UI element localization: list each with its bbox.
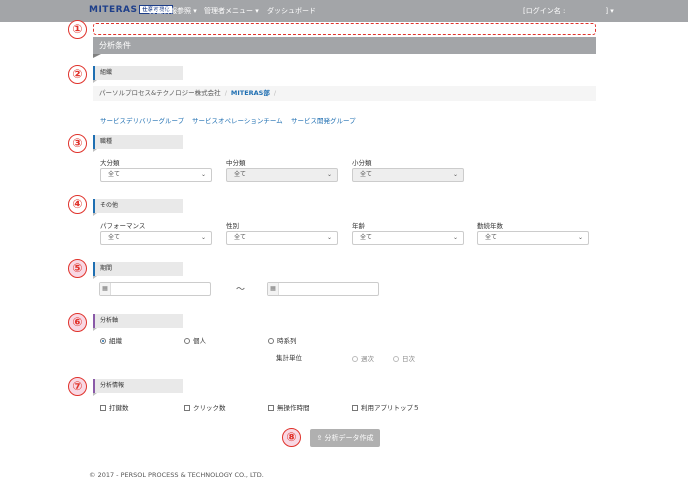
breadcrumb-separator: / (224, 89, 227, 97)
axis-radio-timeseries[interactable]: 時系列 (268, 335, 297, 345)
chevron-down-icon: ⌄ (200, 234, 206, 241)
checkbox-icon (268, 405, 274, 411)
job-middle-label: 中分類 (226, 159, 246, 167)
section-info-heading: 分析情報 (93, 379, 183, 396)
breadcrumb: パーソルプロセス&テクノロジー株式会社 / MITERAS部 / (93, 86, 596, 101)
org-child-link-development[interactable]: サービス開発グループ (291, 115, 356, 125)
checkbox-icon (352, 405, 358, 411)
radio-unchecked-icon (393, 356, 399, 362)
info-checkbox-top-apps[interactable]: 利用アプリトップ５ (352, 402, 420, 412)
section-period-heading: 期間 (93, 262, 183, 279)
radio-unchecked-icon (184, 338, 190, 344)
checkbox-icon (184, 405, 190, 411)
info-checkbox-keystrokes[interactable]: 打鍵数 (100, 402, 129, 412)
breadcrumb-company[interactable]: パーソルプロセス&テクノロジー株式会社 (99, 89, 221, 97)
tenure-select[interactable]: 全て ⌄ (477, 231, 589, 245)
calendar-icon[interactable]: ▦ (268, 283, 279, 295)
footer-copyright: © 2017 - PERSOL PROCESS & TECHNOLOGY CO.… (89, 471, 264, 479)
age-label: 年齢 (352, 222, 365, 230)
aggregation-unit-label: 集計単位 (276, 354, 302, 362)
performance-label: パフォーマンス (100, 222, 146, 230)
nav-labor-info-menu[interactable]: 労働情報参照 ▾ (149, 6, 197, 16)
job-major-select[interactable]: 全て ⌄ (100, 168, 212, 182)
calendar-icon[interactable]: ▦ (100, 283, 111, 295)
chevron-down-icon: ⌄ (200, 171, 206, 178)
annotation-dashed-box (93, 23, 596, 35)
chevron-down-icon: ⌄ (326, 234, 332, 241)
period-separator: 〜 (236, 285, 246, 295)
annotation-marker-4: ④ (68, 195, 87, 214)
breadcrumb-separator: / (273, 89, 277, 97)
annotation-marker-5: ⑤ (68, 259, 87, 278)
radio-unchecked-icon (352, 356, 358, 362)
chevron-down-icon: ⌄ (577, 234, 583, 241)
chevron-down-icon: ⌄ (326, 171, 332, 178)
chevron-down-icon: ⌄ (452, 234, 458, 241)
annotation-marker-1: ① (68, 20, 87, 39)
login-name-menu[interactable]: [ログイン名 :] ▾ (523, 6, 614, 16)
chevron-down-icon: ⌄ (452, 171, 458, 178)
upload-icon: ⇪ (316, 434, 323, 442)
section-job-heading: 職種 (93, 135, 183, 152)
nav-admin-menu[interactable]: 管理者メニュー ▾ (204, 6, 259, 16)
job-minor-select[interactable]: 全て ⌄ (352, 168, 464, 182)
unit-radio-weekly[interactable]: 週次 (352, 353, 374, 363)
job-minor-label: 小分類 (352, 159, 372, 167)
top-navbar: MITERAS 仕事可視化 労働情報参照 ▾ 管理者メニュー ▾ ダッシュボード … (0, 0, 688, 22)
breadcrumb-current[interactable]: MITERAS部 (231, 89, 270, 97)
job-middle-select[interactable]: 全て ⌄ (226, 168, 338, 182)
annotation-marker-8: ⑧ (282, 428, 301, 447)
age-select[interactable]: 全て ⌄ (352, 231, 464, 245)
org-child-link-delivery[interactable]: サービスデリバリーグループ (100, 115, 184, 125)
gender-select[interactable]: 全て ⌄ (226, 231, 338, 245)
section-org-heading: 組織 (93, 66, 183, 83)
nav-dashboard[interactable]: ダッシュボード (267, 6, 316, 16)
info-checkbox-clicks[interactable]: クリック数 (184, 402, 226, 412)
radio-unchecked-icon (268, 338, 274, 344)
axis-radio-org[interactable]: 組織 (100, 335, 122, 345)
section-other-heading: その他 (93, 199, 183, 216)
performance-select[interactable]: 全て ⌄ (100, 231, 212, 245)
annotation-marker-7: ⑦ (68, 377, 87, 396)
create-analysis-button[interactable]: ⇪ 分析データ作成 (310, 429, 380, 447)
checkbox-icon (100, 405, 106, 411)
tenure-label: 勤続年数 (477, 222, 503, 230)
unit-radio-daily[interactable]: 日次 (393, 353, 415, 363)
annotation-marker-3: ③ (68, 134, 87, 153)
job-major-label: 大分類 (100, 159, 120, 167)
org-child-link-operation[interactable]: サービスオペレーションチーム (192, 115, 283, 125)
annotation-marker-2: ② (68, 65, 87, 84)
axis-radio-person[interactable]: 個人 (184, 335, 206, 345)
period-start-input[interactable]: ▦ (99, 282, 211, 296)
page-title: 分析条件 (93, 37, 596, 58)
period-end-input[interactable]: ▦ (267, 282, 379, 296)
info-checkbox-idle-time[interactable]: 無操作時間 (268, 402, 310, 412)
gender-label: 性別 (226, 222, 239, 230)
section-axis-heading: 分析軸 (93, 314, 183, 331)
radio-checked-icon (100, 338, 106, 344)
annotation-marker-6: ⑥ (68, 313, 87, 332)
